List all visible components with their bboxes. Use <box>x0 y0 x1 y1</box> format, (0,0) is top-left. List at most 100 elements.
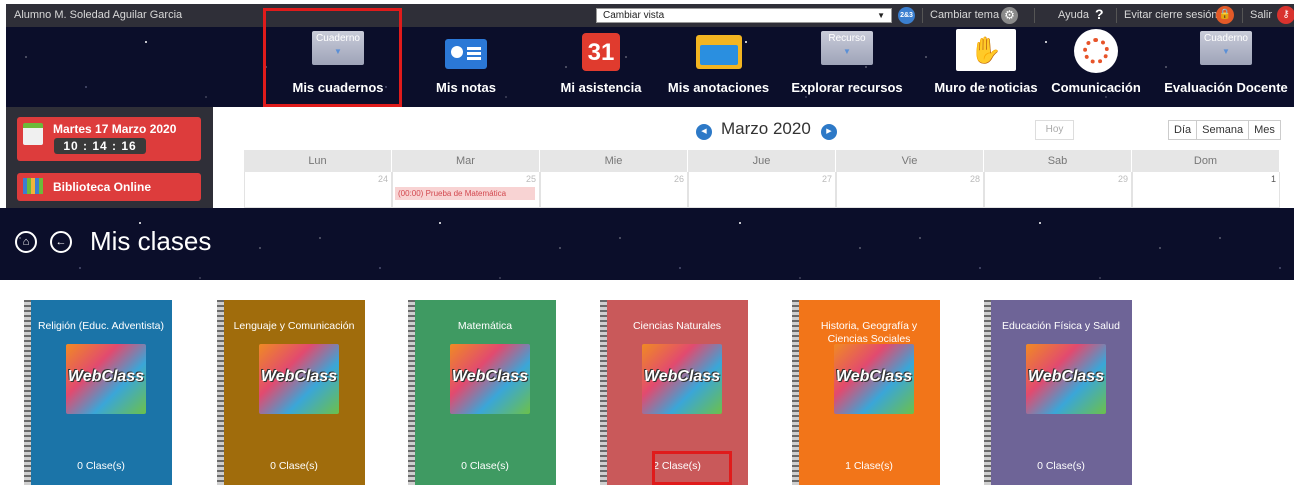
webclass-logo: WebClass <box>834 344 914 414</box>
folder-icon <box>695 35 742 69</box>
webclass-logo: WebClass <box>66 344 146 414</box>
current-time: 10 : 14 : 16 <box>54 138 146 154</box>
view-day-button[interactable]: Día <box>1169 121 1198 139</box>
class-card[interactable]: Matemática WebClass 0 Clase(s) <box>408 300 556 485</box>
nav-label: Explorar recursos <box>791 80 903 95</box>
help-link[interactable]: Ayuda <box>1058 9 1089 21</box>
class-title: Educación Física y Salud <box>1002 320 1120 332</box>
spiral-binding <box>217 300 224 485</box>
webclass-logo: WebClass <box>1026 344 1106 414</box>
nav-item-mis-anotaciones[interactable]: Mis anotaciones <box>656 27 781 107</box>
class-title: Ciencias Naturales <box>632 320 722 332</box>
calendar-view-switch: Día Semana Mes <box>1168 120 1281 140</box>
network-icon <box>1074 29 1118 73</box>
prev-month-icon[interactable]: ◀ <box>696 124 712 140</box>
class-card[interactable]: Educación Física y Salud WebClass 0 Clas… <box>984 300 1132 485</box>
class-count: 1 Clase(s) <box>845 460 893 472</box>
weekday: Jue <box>688 150 836 172</box>
spiral-binding <box>24 300 31 485</box>
class-title: Lenguaje y Comunicación <box>233 320 355 332</box>
class-cards: Religión (Educ. Adventista) WebClass 0 C… <box>0 280 1294 485</box>
avoid-close-session-link[interactable]: Evitar cierre sesión <box>1124 9 1218 21</box>
date-card: Martes 17 Marzo 2020 10 : 14 : 16 <box>17 117 201 161</box>
side-panel: Martes 17 Marzo 2020 10 : 14 : 16 Biblio… <box>6 107 213 208</box>
nav-item-comunicacion[interactable]: Comunicación <box>1046 27 1146 107</box>
highlight-box <box>652 451 732 485</box>
weekday: Lun <box>244 150 392 172</box>
key-icon[interactable]: ⚷ <box>1277 6 1294 24</box>
calendar: ◀ Marzo 2020 ▶ Hoy Día Semana Mes Lun Ma… <box>213 107 1294 208</box>
class-title: Religión (Educ. Adventista) <box>37 320 165 332</box>
day-cell[interactable]: 27 <box>688 172 836 208</box>
main-nav: Cuaderno ▼ Mis cuadernos Mis notas 31 Mi … <box>6 27 1294 107</box>
resource-icon: Recurso ▼ <box>821 31 873 65</box>
weekday: Dom <box>1132 150 1280 172</box>
spiral-binding <box>600 300 607 485</box>
chevron-down-icon: ▼ <box>877 11 885 20</box>
spiral-binding <box>408 300 415 485</box>
back-arrow-icon[interactable]: ← <box>50 231 72 253</box>
spiral-binding <box>984 300 991 485</box>
calendar-grid: Lun Mar Mie Jue Vie Sab Dom 24 25 (00:00)… <box>244 150 1280 208</box>
lock-icon[interactable]: 🔒 <box>1216 6 1234 24</box>
nav-label: Comunicación <box>1051 80 1141 95</box>
handshake-icon: ✋ <box>956 29 1016 71</box>
divider <box>1116 8 1117 23</box>
weekday: Sab <box>984 150 1132 172</box>
change-view-icon[interactable]: 2&3 <box>898 7 915 24</box>
day-cell[interactable]: 28 <box>836 172 984 208</box>
day-cell[interactable]: 26 <box>540 172 688 208</box>
class-card[interactable]: Religión (Educ. Adventista) WebClass 0 C… <box>24 300 172 485</box>
current-date: Martes 17 Marzo 2020 <box>53 122 177 136</box>
class-count: 0 Clase(s) <box>461 460 509 472</box>
top-bar: Alumno M. Soledad Aguilar Garcia Cambiar… <box>6 4 1294 27</box>
day-cell[interactable]: 25 (00:00) Prueba de Matemática <box>392 172 540 208</box>
calendar-week-row: 24 25 (00:00) Prueba de Matemática 26 27 … <box>244 172 1280 208</box>
class-title: Historia, Geografía y Ciencias Sociales <box>820 320 918 345</box>
nav-item-mi-asistencia[interactable]: 31 Mi asistencia <box>551 27 651 107</box>
view-select-value: Cambiar vista <box>603 10 665 21</box>
calendar-icon: 31 <box>582 33 620 71</box>
class-count: 0 Clase(s) <box>1037 460 1085 472</box>
today-button[interactable]: Hoy <box>1035 120 1074 140</box>
class-title: Matemática <box>457 320 513 332</box>
calendar-title: Marzo 2020 <box>721 119 811 138</box>
spiral-binding <box>792 300 799 485</box>
day-cell[interactable]: 29 <box>984 172 1132 208</box>
grades-icon <box>445 39 487 69</box>
library-button[interactable]: Biblioteca Online <box>17 173 201 201</box>
view-select[interactable]: Cambiar vista ▼ <box>596 8 892 23</box>
view-month-button[interactable]: Mes <box>1249 121 1280 139</box>
nav-label: Muro de noticias <box>934 80 1038 95</box>
next-month-icon[interactable]: ▶ <box>821 124 837 140</box>
clases-banner: ⌂ ← Mis clases <box>0 208 1294 280</box>
library-label: Biblioteca Online <box>53 180 152 194</box>
home-icon[interactable]: ⌂ <box>15 231 37 253</box>
webclass-logo: WebClass <box>450 344 530 414</box>
webclass-logo: WebClass <box>259 344 339 414</box>
gear-icon[interactable]: ⚙ <box>1001 7 1018 24</box>
divider <box>1034 8 1035 23</box>
books-icon <box>23 178 43 194</box>
calendar-clock-icon <box>23 123 43 145</box>
help-icon[interactable]: ? <box>1095 6 1104 22</box>
day-cell[interactable]: 24 <box>244 172 392 208</box>
class-card[interactable]: Lenguaje y Comunicación WebClass 0 Clase… <box>217 300 365 485</box>
calendar-event[interactable]: (00:00) Prueba de Matemática <box>395 187 535 200</box>
weekday: Mie <box>540 150 688 172</box>
day-cell[interactable]: 1 <box>1132 172 1280 208</box>
nav-item-mis-notas[interactable]: Mis notas <box>416 27 516 107</box>
class-count: 0 Clase(s) <box>270 460 318 472</box>
nav-label: Mis anotaciones <box>667 80 770 95</box>
nav-item-explorar-recursos[interactable]: Recurso ▼ Explorar recursos <box>782 27 912 107</box>
nav-item-evaluacion-docente[interactable]: Cuaderno ▼ Evaluación Docente <box>1158 27 1294 107</box>
class-card[interactable]: Historia, Geografía y Ciencias Sociales … <box>792 300 940 485</box>
highlight-box <box>263 8 402 107</box>
exit-link[interactable]: Salir <box>1250 9 1272 21</box>
nav-label: Mis notas <box>436 80 496 95</box>
weekday: Mar <box>392 150 540 172</box>
view-week-button[interactable]: Semana <box>1197 121 1250 139</box>
user-name: Alumno M. Soledad Aguilar Garcia <box>14 9 183 21</box>
nav-item-muro-de-noticias[interactable]: ✋ Muro de noticias <box>931 27 1041 107</box>
change-theme-link[interactable]: Cambiar tema <box>930 9 999 21</box>
